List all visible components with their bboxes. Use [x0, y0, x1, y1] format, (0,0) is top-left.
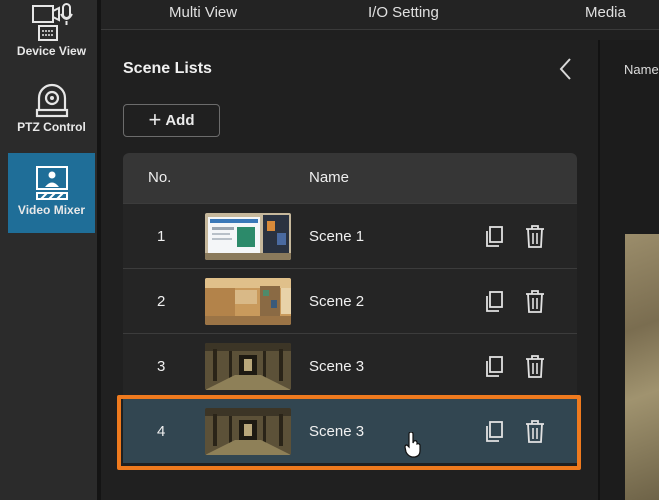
hand-pointer-cursor-icon: [404, 432, 421, 458]
ptz-camera-icon: [35, 83, 68, 118]
row-number: 1: [157, 228, 166, 245]
scene-preview-image: [625, 234, 659, 500]
top-tab-bar: Multi View I/O Setting Media: [101, 0, 659, 30]
duplicate-icon[interactable]: [485, 421, 504, 443]
trash-icon[interactable]: [525, 225, 545, 248]
rail-item-label: Video Mixer: [17, 203, 86, 217]
row-number: 2: [157, 293, 166, 310]
scene-thumbnail: [205, 213, 291, 260]
rail-item-label: PTZ Control: [17, 120, 86, 134]
scene-thumbnail: [205, 408, 291, 455]
duplicate-icon[interactable]: [485, 291, 504, 313]
column-header-name: Name: [309, 169, 350, 186]
table-row[interactable]: 1 Scene 1: [123, 203, 577, 268]
add-button-label: Add: [165, 112, 195, 129]
collapse-chevron-left-icon[interactable]: [556, 57, 576, 81]
row-number: 4: [157, 423, 166, 440]
rail-item-video-mixer[interactable]: Video Mixer: [8, 153, 95, 233]
right-panel: Name: [600, 40, 659, 500]
scene-thumbnail: [205, 343, 291, 390]
rail-item-device-view[interactable]: Device View: [8, 2, 95, 68]
scene-name: Scene 1: [309, 228, 365, 245]
scene-thumbnail: [205, 278, 291, 325]
tab-io-setting[interactable]: I/O Setting: [368, 4, 439, 21]
rail-item-label: Device View: [16, 44, 87, 58]
plus-icon: +: [148, 106, 162, 132]
column-header-no: No.: [148, 169, 172, 186]
duplicate-icon[interactable]: [485, 356, 504, 378]
trash-icon[interactable]: [525, 355, 545, 378]
device-view-icon: [31, 3, 73, 41]
scene-name: Scene 2: [309, 293, 365, 310]
scene-lists-panel: Scene Lists + Add No. Name 1 Scene 1 2 S…: [101, 40, 598, 500]
table-row[interactable]: 2 Scene 2: [123, 268, 577, 333]
panel-title: Scene Lists: [123, 60, 212, 77]
row-number: 3: [157, 358, 166, 375]
rail-item-ptz-control[interactable]: PTZ Control: [8, 82, 95, 144]
add-scene-button[interactable]: + Add: [123, 104, 220, 137]
table-row-selected[interactable]: 4 Scene 3: [123, 398, 577, 463]
duplicate-icon[interactable]: [485, 226, 504, 248]
table-header: No. Name: [123, 153, 577, 203]
table-row[interactable]: 3 Scene 3: [123, 333, 577, 398]
left-nav-rail: Device View PTZ Control Video Mixer: [0, 0, 97, 500]
tab-media[interactable]: Media: [585, 4, 626, 21]
scene-table: No. Name 1 Scene 1 2 Scene 2 3 Scene 3 4…: [123, 153, 577, 463]
trash-icon[interactable]: [525, 290, 545, 313]
scene-name: Scene 3: [309, 358, 365, 375]
scene-name: Scene 3: [309, 423, 365, 440]
tab-multi-view[interactable]: Multi View: [169, 4, 237, 21]
video-mixer-icon: [35, 166, 68, 200]
trash-icon[interactable]: [525, 420, 545, 443]
right-name-header: Name: [624, 62, 659, 77]
